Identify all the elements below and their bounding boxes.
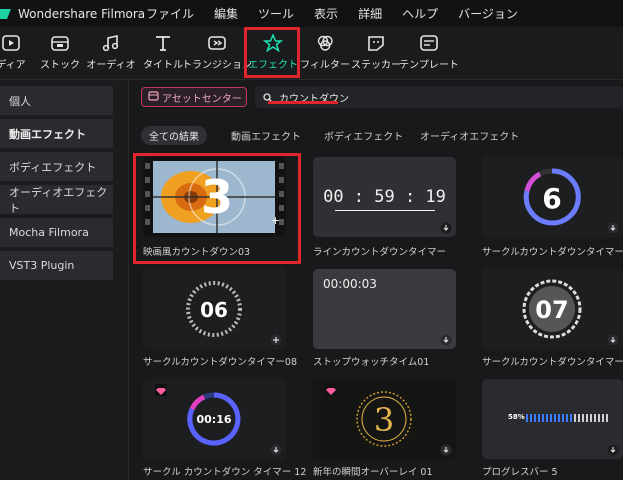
sidebar-item-personal[interactable]: 個人 bbox=[0, 86, 113, 115]
tab-stock-media[interactable]: ストック bbox=[40, 32, 80, 76]
effect-card-line-countdown-timer[interactable]: 00 : 59 : 19 bbox=[313, 157, 456, 237]
sidebar-item-audio-effects[interactable]: オーディオエフェクト bbox=[0, 185, 113, 215]
transition-icon bbox=[207, 32, 227, 54]
app-title: Wondershare Filmora bbox=[18, 6, 146, 21]
sidebar-item-video-effects[interactable]: 動画エフェクト bbox=[0, 119, 113, 148]
download-icon[interactable] bbox=[607, 334, 619, 346]
tab-media[interactable]: ディア bbox=[0, 32, 28, 76]
dotted-ring-thumbnail: 06 bbox=[186, 281, 242, 337]
card-label: サークルカウントダウンタイマー07 bbox=[482, 247, 623, 258]
download-icon[interactable] bbox=[440, 444, 452, 456]
ring-timer-thumbnail: 6 bbox=[523, 168, 581, 226]
menu-version[interactable]: バージョン bbox=[458, 5, 518, 22]
search-input[interactable]: カウントダウン bbox=[255, 86, 623, 108]
tab-templates[interactable]: テンプレート bbox=[399, 32, 459, 76]
filter-video-effects[interactable]: 動画エフェクト bbox=[231, 126, 301, 145]
selected-card-highlight bbox=[133, 153, 301, 264]
effect-card-circle-countdown-07[interactable]: 6 bbox=[482, 157, 623, 237]
tab-titles[interactable]: タイトル bbox=[143, 32, 183, 76]
menu-edit[interactable]: 編集 bbox=[214, 5, 238, 22]
card-label: サークル カウントダウン タイマー 12 bbox=[143, 467, 307, 478]
menu-bar: Wondershare Filmora ファイル 編集 ツール 表示 詳細 ヘル… bbox=[0, 0, 623, 27]
media-icon bbox=[1, 32, 21, 54]
sticker-icon bbox=[366, 32, 386, 54]
effect-card-stopwatch-time-01[interactable]: 00:00:03 bbox=[313, 269, 456, 349]
effect-card-progress-bar-5[interactable]: 58% bbox=[482, 379, 623, 459]
svg-text:6: 6 bbox=[542, 182, 561, 215]
sidebar-item-mocha-filmora[interactable]: Mocha Filmora bbox=[0, 218, 113, 247]
card-label: ラインカウントダウンタイマー bbox=[313, 247, 447, 258]
svg-text:00:16: 00:16 bbox=[196, 413, 231, 426]
tab-audio[interactable]: オーディオ bbox=[86, 32, 136, 76]
gray-ring-thumbnail: 07 bbox=[522, 279, 582, 339]
category-sidebar: 個人 動画エフェクト ボディエフェクト オーディオエフェクト Mocha Fil… bbox=[0, 80, 129, 480]
download-icon[interactable] bbox=[607, 222, 619, 234]
download-icon[interactable] bbox=[270, 444, 282, 456]
title-icon bbox=[153, 32, 173, 54]
tab-stickers[interactable]: ステッカー bbox=[351, 32, 401, 76]
sidebar-item-vst3-plugin[interactable]: VST3 Plugin bbox=[0, 251, 113, 280]
filmora-logo-icon bbox=[0, 3, 16, 25]
filter-body-effects[interactable]: ボディエフェクト bbox=[324, 126, 403, 145]
filter-all-results[interactable]: 全ての結果 bbox=[141, 126, 207, 145]
card-label: プログレスバー 5 bbox=[482, 467, 558, 478]
svg-text:06: 06 bbox=[200, 298, 228, 322]
download-icon[interactable] bbox=[440, 222, 452, 234]
svg-text:07: 07 bbox=[535, 296, 568, 324]
sidebar-item-body-effects[interactable]: ボディエフェクト bbox=[0, 152, 113, 181]
media-toolbar: ディア ストック オーディオ タイトル トランジション エフェクト フィルター … bbox=[0, 27, 623, 80]
menu-tools[interactable]: ツール bbox=[258, 5, 294, 22]
add-icon[interactable] bbox=[270, 334, 282, 346]
card-label: ストップウォッチタイム01 bbox=[313, 357, 430, 368]
tab-filters[interactable]: フィルター bbox=[300, 32, 350, 76]
neon-ring-thumbnail: 00:16 bbox=[187, 392, 241, 446]
asset-center-button[interactable]: アセットセンター bbox=[141, 87, 247, 107]
template-icon bbox=[419, 32, 439, 54]
progress-bar-thumbnail bbox=[526, 414, 608, 422]
menu-help[interactable]: ヘルプ bbox=[402, 5, 438, 22]
card-label: 新年の瞬間オーバーレイ 01 bbox=[313, 467, 433, 478]
filter-icon bbox=[315, 32, 335, 54]
effect-card-circle-countdown-02[interactable]: 07 bbox=[482, 269, 623, 349]
premium-gem-icon bbox=[325, 381, 337, 396]
stock-media-icon bbox=[50, 32, 70, 54]
premium-gem-icon bbox=[155, 381, 167, 396]
menu-view[interactable]: 表示 bbox=[314, 5, 338, 22]
menu-file[interactable]: ファイル bbox=[146, 5, 194, 22]
asset-store-icon bbox=[148, 90, 159, 104]
filter-audio-effects[interactable]: オーディオエフェクト bbox=[420, 126, 519, 145]
search-highlight-underline bbox=[268, 101, 338, 104]
download-icon[interactable] bbox=[607, 444, 619, 456]
effect-card-circle-countdown-08[interactable]: 06 bbox=[143, 269, 286, 349]
audio-icon bbox=[101, 32, 121, 54]
svg-text:3: 3 bbox=[374, 401, 394, 439]
asset-center-label: アセットセンター bbox=[162, 93, 242, 105]
download-icon[interactable] bbox=[440, 334, 452, 346]
tab-transitions[interactable]: トランジション bbox=[182, 32, 252, 76]
effects-tab-highlight bbox=[244, 27, 300, 78]
card-label: サークルカウントダウンタイマー08 bbox=[143, 357, 298, 368]
card-label: サークルカウントダウンタイマー02 bbox=[482, 357, 623, 368]
menu-advanced[interactable]: 詳細 bbox=[358, 5, 382, 22]
